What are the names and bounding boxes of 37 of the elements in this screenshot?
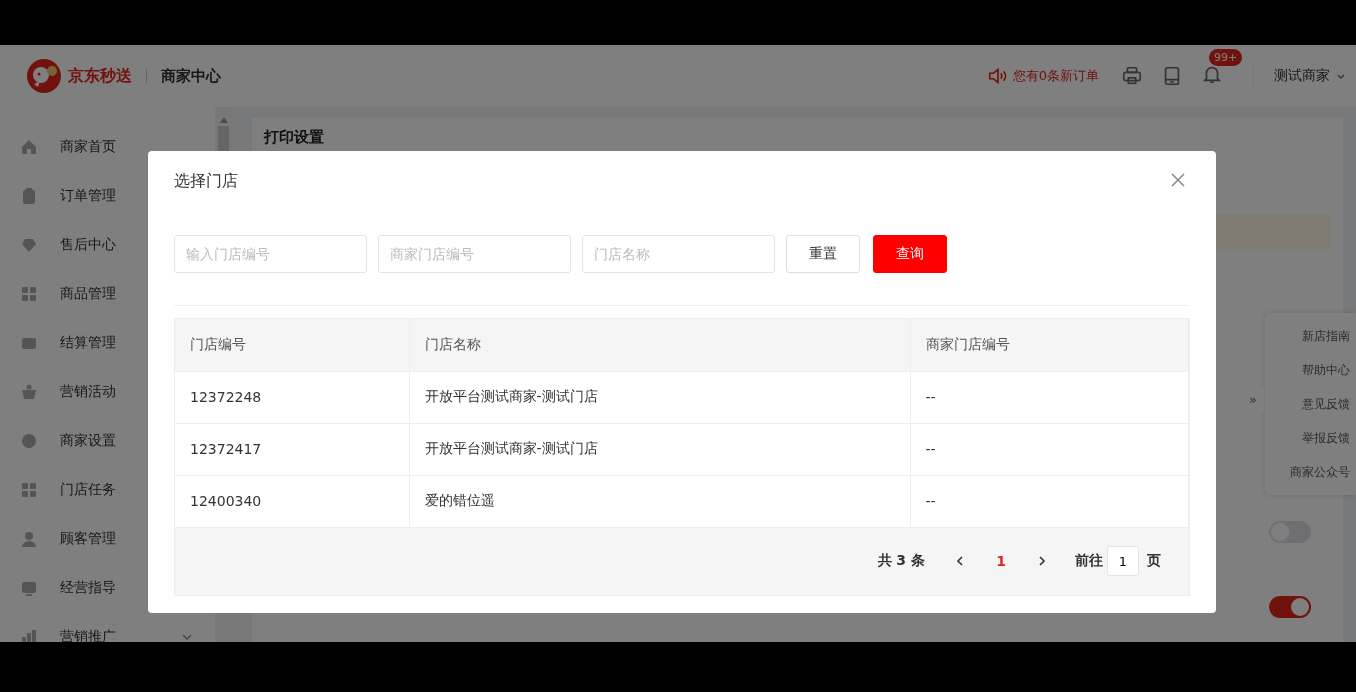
total-count: 共 3 条 — [877, 552, 925, 570]
table-cell: -- — [910, 423, 1189, 475]
notification-badge: 99+ — [1209, 49, 1243, 66]
user-name[interactable]: 测试商家 — [1274, 67, 1330, 85]
table-cell: 开放平台测试商家-测试门店 — [409, 423, 910, 475]
column-header: 门店编号 — [175, 319, 409, 371]
table-cell: 开放平台测试商家-测试门店 — [409, 371, 910, 423]
goto-label: 前往 — [1075, 552, 1103, 570]
column-header: 商家门店编号 — [910, 319, 1189, 371]
table-cell: -- — [910, 475, 1189, 527]
table-cell: 12372248 — [175, 371, 409, 423]
help-link[interactable]: 举报反馈 — [1302, 421, 1350, 455]
brand-name: 京东秒送 — [68, 65, 132, 87]
order-notice[interactable]: 您有0条新订单 — [1012, 67, 1099, 85]
column-header: 门店名称 — [409, 319, 910, 371]
help-link[interactable]: 意见反馈 — [1302, 387, 1350, 421]
page-input[interactable]: 1 — [1107, 546, 1139, 576]
help-link[interactable]: 帮助中心 — [1302, 353, 1350, 387]
page-number[interactable]: 1 — [985, 546, 1017, 576]
section-title: 商家中心 — [161, 66, 221, 86]
table-cell: 12372417 — [175, 423, 409, 475]
sidebar-item[interactable]: 商家首页 — [0, 122, 215, 171]
reset-button[interactable]: 重置 — [786, 235, 860, 273]
page-suffix: 页 — [1147, 552, 1161, 570]
search-button[interactable]: 查询 — [873, 235, 947, 273]
sidebar-item[interactable]: 经营指导 — [0, 563, 215, 612]
input-field[interactable]: 门店名称 — [582, 235, 775, 273]
page-title: 打印设置 — [264, 128, 325, 147]
modal-title: 选择门店 — [174, 170, 238, 192]
input-field[interactable]: 商家门店编号 — [378, 235, 571, 273]
input-field[interactable]: 输入门店编号 — [174, 235, 367, 273]
table-cell: 爱的错位遥 — [409, 475, 910, 527]
sidebar-item[interactable]: 营销推广 — [0, 612, 215, 642]
table-cell: 12400340 — [175, 475, 409, 527]
help-link[interactable]: 商家公众号 — [1290, 455, 1350, 489]
table-cell: -- — [910, 371, 1189, 423]
help-link[interactable]: 新店指南 — [1302, 319, 1350, 353]
